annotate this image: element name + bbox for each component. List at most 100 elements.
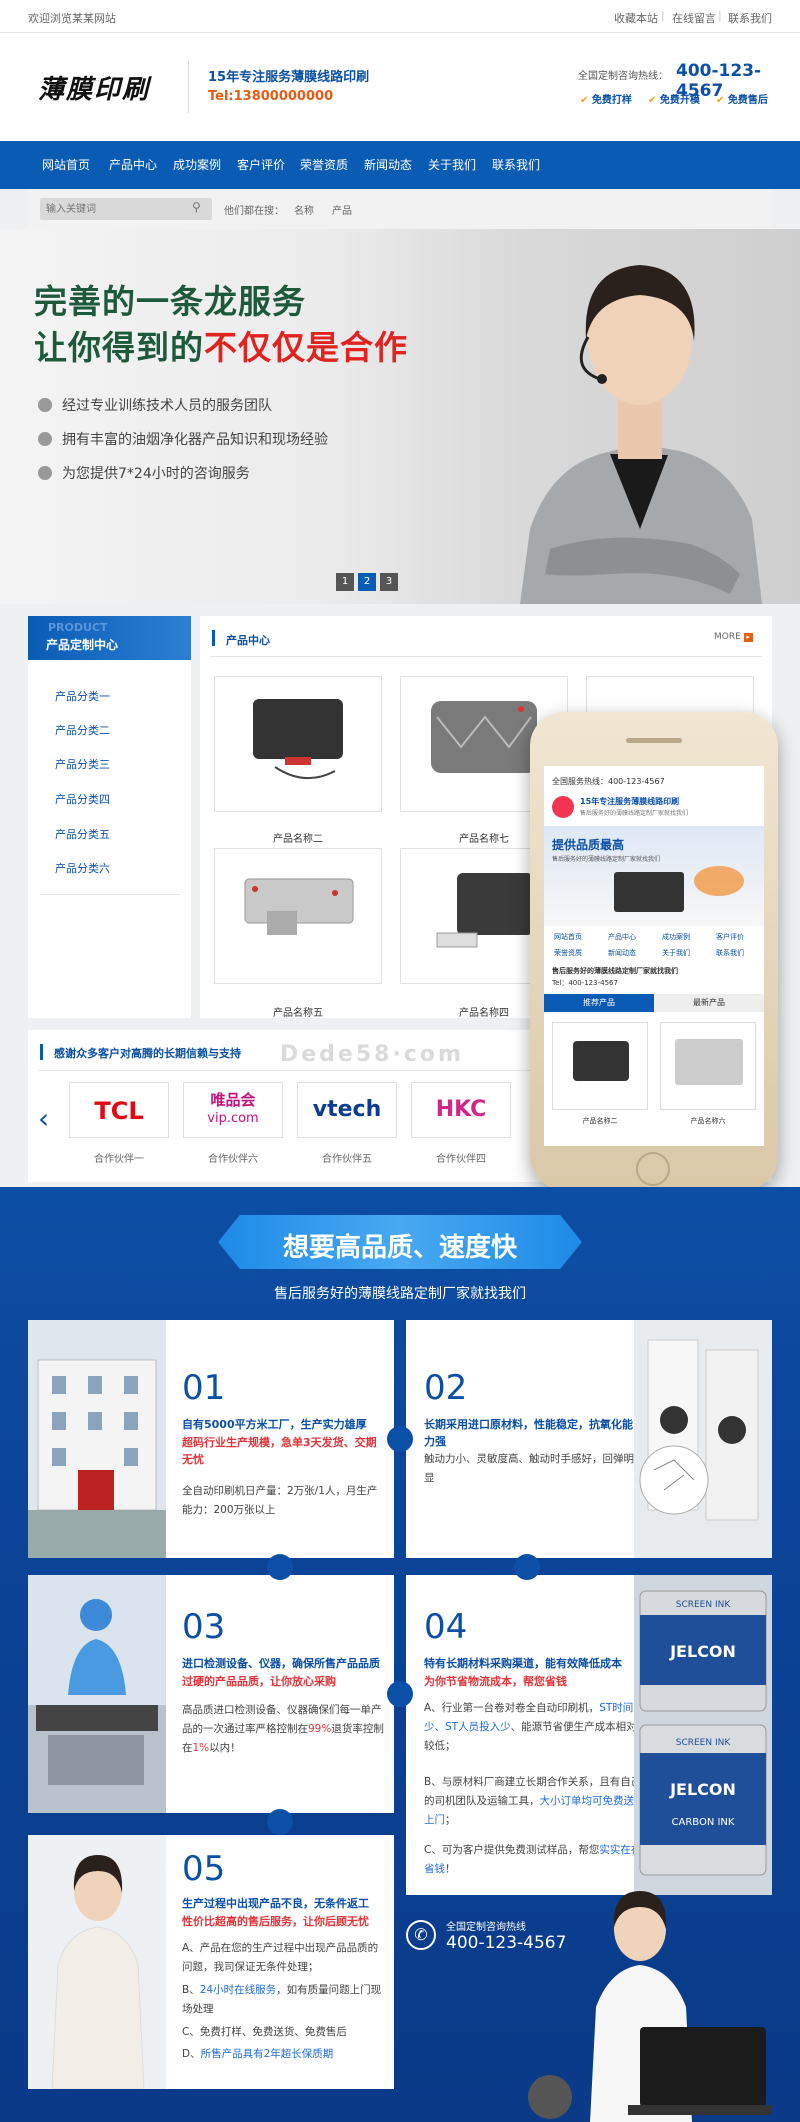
customer-service-woman-image	[520, 265, 762, 604]
nav-cases[interactable]: 成功案例	[173, 141, 221, 189]
svg-text:JELCON: JELCON	[669, 1642, 736, 1661]
feature-heading-05: 生产过程中出现产品不良，无条件返工	[182, 1897, 369, 1910]
hot-search-term-1[interactable]: 名称	[294, 202, 314, 217]
product-image	[244, 878, 354, 935]
phone-hotline: 全国服务热线：400-123-4567	[552, 777, 665, 786]
sidebar-item-3[interactable]: 产品分类三	[55, 756, 110, 772]
feature-card-05: 05 生产过程中出现产品不良，无条件返工 性价比超高的售后服务，让你后顾无忧 A…	[28, 1835, 394, 2089]
feature-subheading-05: 性价比超高的售后服务，让你后顾无忧	[182, 1915, 369, 1928]
phone-product-name-2[interactable]: 产品名称六	[660, 1116, 756, 1126]
sidebar-item-5[interactable]: 产品分类五	[55, 826, 110, 842]
badge-free-sample: ✔ 免费打样	[580, 95, 632, 106]
operator-with-laptop-image	[528, 1891, 772, 2122]
feature-body-03: 高品质进口检测设备、仪器确保们每一单产品的一次通过率严格控制在99%退货率控制在…	[182, 1704, 384, 1754]
phone-slogan: 15年专注服务薄膜线路印刷	[580, 797, 680, 806]
nav-contact[interactable]: 联系我们	[492, 141, 540, 189]
nav-reviews[interactable]: 客户评价	[237, 141, 285, 189]
sidebar-item-2[interactable]: 产品分类二	[55, 722, 110, 738]
bullet-dot-icon	[38, 466, 52, 480]
phone-product-2[interactable]	[660, 1022, 756, 1110]
contact-link[interactable]: 联系我们	[728, 10, 772, 26]
product-name-3[interactable]: 产品名称五	[214, 1004, 382, 1019]
nav-products[interactable]: 产品中心	[109, 141, 157, 189]
slide-dot-3[interactable]: 3	[380, 573, 398, 591]
inspection-worker-image	[28, 1575, 166, 1813]
phone-company: 售后服务好的薄膜线路定制厂家就找我们	[552, 967, 678, 975]
material-rolls-image	[634, 1320, 772, 1558]
prev-arrow-icon[interactable]: ‹	[38, 1102, 49, 1135]
connector-dot	[267, 1809, 293, 1835]
check-icon: ✔	[716, 95, 725, 106]
more-link[interactable]: MORE ▸	[714, 632, 753, 642]
search-icon[interactable]: ⚲	[192, 200, 201, 214]
nav-home[interactable]: 网站首页	[42, 141, 90, 189]
message-link[interactable]: 在线留言	[672, 10, 716, 26]
watermark-text: Dede58·com	[280, 1042, 464, 1067]
bookmark-link[interactable]: 收藏本站	[614, 10, 658, 26]
mobile-phone-mockup: 全国服务热线：400-123-4567 15年专注服务薄膜线路印刷 售后服务好的…	[530, 712, 778, 1190]
product-card-4[interactable]	[214, 848, 382, 984]
feature-body-04-a: A、行业第一台卷对卷全自动印刷机，ST时间减少、ST人员投入少、能源节省便生产成…	[424, 1702, 644, 1752]
feature-card-02: 02 长期采用进口原材料，性能稳定，抗氧化能力强 触动力小、灵敏度高、触动时手感…	[406, 1320, 772, 1558]
search-box: ⚲	[40, 198, 212, 220]
partner-name-3: 合作伙伴五	[322, 1154, 372, 1165]
phone-icon: ✆	[406, 1920, 436, 1950]
search-input[interactable]	[46, 201, 184, 217]
sidebar-title: 产品定制中心	[46, 638, 119, 652]
phone-banner: 提供品质最高 售后服务好的薄膜线路定制厂家就找我们	[544, 826, 764, 926]
sidebar-item-1[interactable]: 产品分类一	[55, 688, 110, 704]
sidebar-item-6[interactable]: 产品分类六	[55, 860, 110, 876]
partners-title: 感谢众多客户对高腾的长期信赖与支持	[54, 1047, 241, 1060]
welcome-text: 欢迎浏览某某网站	[28, 12, 116, 25]
partner-logo-hkc[interactable]: HKC	[411, 1082, 511, 1138]
feature-heading-03: 进口检测设备、仪器，确保所售产品品质	[182, 1657, 380, 1670]
svg-text:JELCON: JELCON	[669, 1780, 736, 1799]
product-panel-title: 产品中心	[226, 634, 270, 647]
phone-product-1[interactable]	[552, 1022, 648, 1110]
phone-home-button	[636, 1152, 670, 1186]
feature-body-05-b: B、24小时在线服务，如有质量问题上门现场处理	[182, 1984, 382, 2015]
banner-bullet-3: 为您提供7*24小时的咨询服务	[38, 463, 250, 483]
feature-body-01: 全自动印刷机日产量：2万张/1人，月生产能力：200万张以上	[182, 1485, 378, 1516]
sidebar-item-4[interactable]: 产品分类四	[55, 791, 110, 807]
feature-card-03: 03 进口检测设备、仪器，确保所售产品品质 过硬的产品品质，让你放心采购 高品质…	[28, 1575, 394, 1813]
slide-dot-1[interactable]: 1	[336, 573, 354, 591]
feature-subheading-03: 过硬的产品品质，让你放心采购	[182, 1675, 336, 1688]
connector-dot	[387, 1681, 413, 1707]
svg-text:SCREEN INK: SCREEN INK	[676, 1738, 732, 1748]
product-name-1[interactable]: 产品名称二	[214, 830, 382, 845]
feature-body-04-c: C、可为客户提供免费测试样品，帮您实实在在省钱！	[424, 1844, 642, 1875]
svg-text:CARBON INK: CARBON INK	[672, 1817, 735, 1828]
phone-screen: 全国服务热线：400-123-4567 15年专注服务薄膜线路印刷 售后服务好的…	[544, 766, 764, 1146]
feature-number-03: 03	[182, 1607, 226, 1647]
badge-free-mold: ✔ 免费开模	[648, 95, 700, 106]
partner-logo-vip[interactable]: 唯品会 vip.com	[183, 1082, 283, 1138]
phone-speaker	[626, 738, 682, 743]
phone-tel: Tel：400-123-4567	[552, 979, 618, 987]
factory-building-image	[28, 1320, 166, 1558]
feature-number-02: 02	[424, 1368, 468, 1408]
header: 薄膜印刷 15年专注服务薄膜线路印刷 Tel:13800000000 全国定制咨…	[0, 33, 800, 141]
partner-logo-tcl[interactable]: TCL	[69, 1082, 169, 1138]
main-nav: 网站首页 产品中心 成功案例 客户评价 荣誉资质 新闻动态 关于我们 联系我们	[0, 141, 800, 189]
sidebar-en-title: PRODUCT	[48, 621, 108, 634]
nav-about[interactable]: 关于我们	[428, 141, 476, 189]
partner-logo-vtech[interactable]: vtech	[297, 1082, 397, 1138]
phone-logo-icon	[552, 796, 574, 818]
ink-cans-image: SCREEN INK JELCON SCREEN INK JELCON CARB…	[634, 1575, 772, 1895]
product-card-1[interactable]	[214, 676, 382, 812]
feature-subheading-01: 超码行业生产规模，急单3天发货、交期无忧	[182, 1436, 377, 1466]
feature-heading-01: 自有5000平方米工厂，生产实力雄厚	[182, 1418, 367, 1431]
phone-product-name-1[interactable]: 产品名称二	[552, 1116, 648, 1126]
svg-text:SCREEN INK: SCREEN INK	[676, 1600, 732, 1610]
nav-honors[interactable]: 荣誉资质	[300, 141, 348, 189]
check-icon: ✔	[580, 95, 589, 106]
nav-news[interactable]: 新闻动态	[364, 141, 412, 189]
hot-search-term-2[interactable]: 产品	[332, 202, 352, 217]
slide-dot-2[interactable]: 2	[358, 573, 376, 591]
feature-body-02: 触动力小、灵敏度高、触动时手感好，回弹明显	[424, 1453, 634, 1484]
connector-dot	[387, 1426, 413, 1452]
phone-tab-recommended[interactable]: 推荐产品	[544, 994, 654, 1012]
site-logo[interactable]: 薄膜印刷	[38, 69, 150, 106]
phone-tab-latest[interactable]: 最新产品	[654, 994, 764, 1012]
